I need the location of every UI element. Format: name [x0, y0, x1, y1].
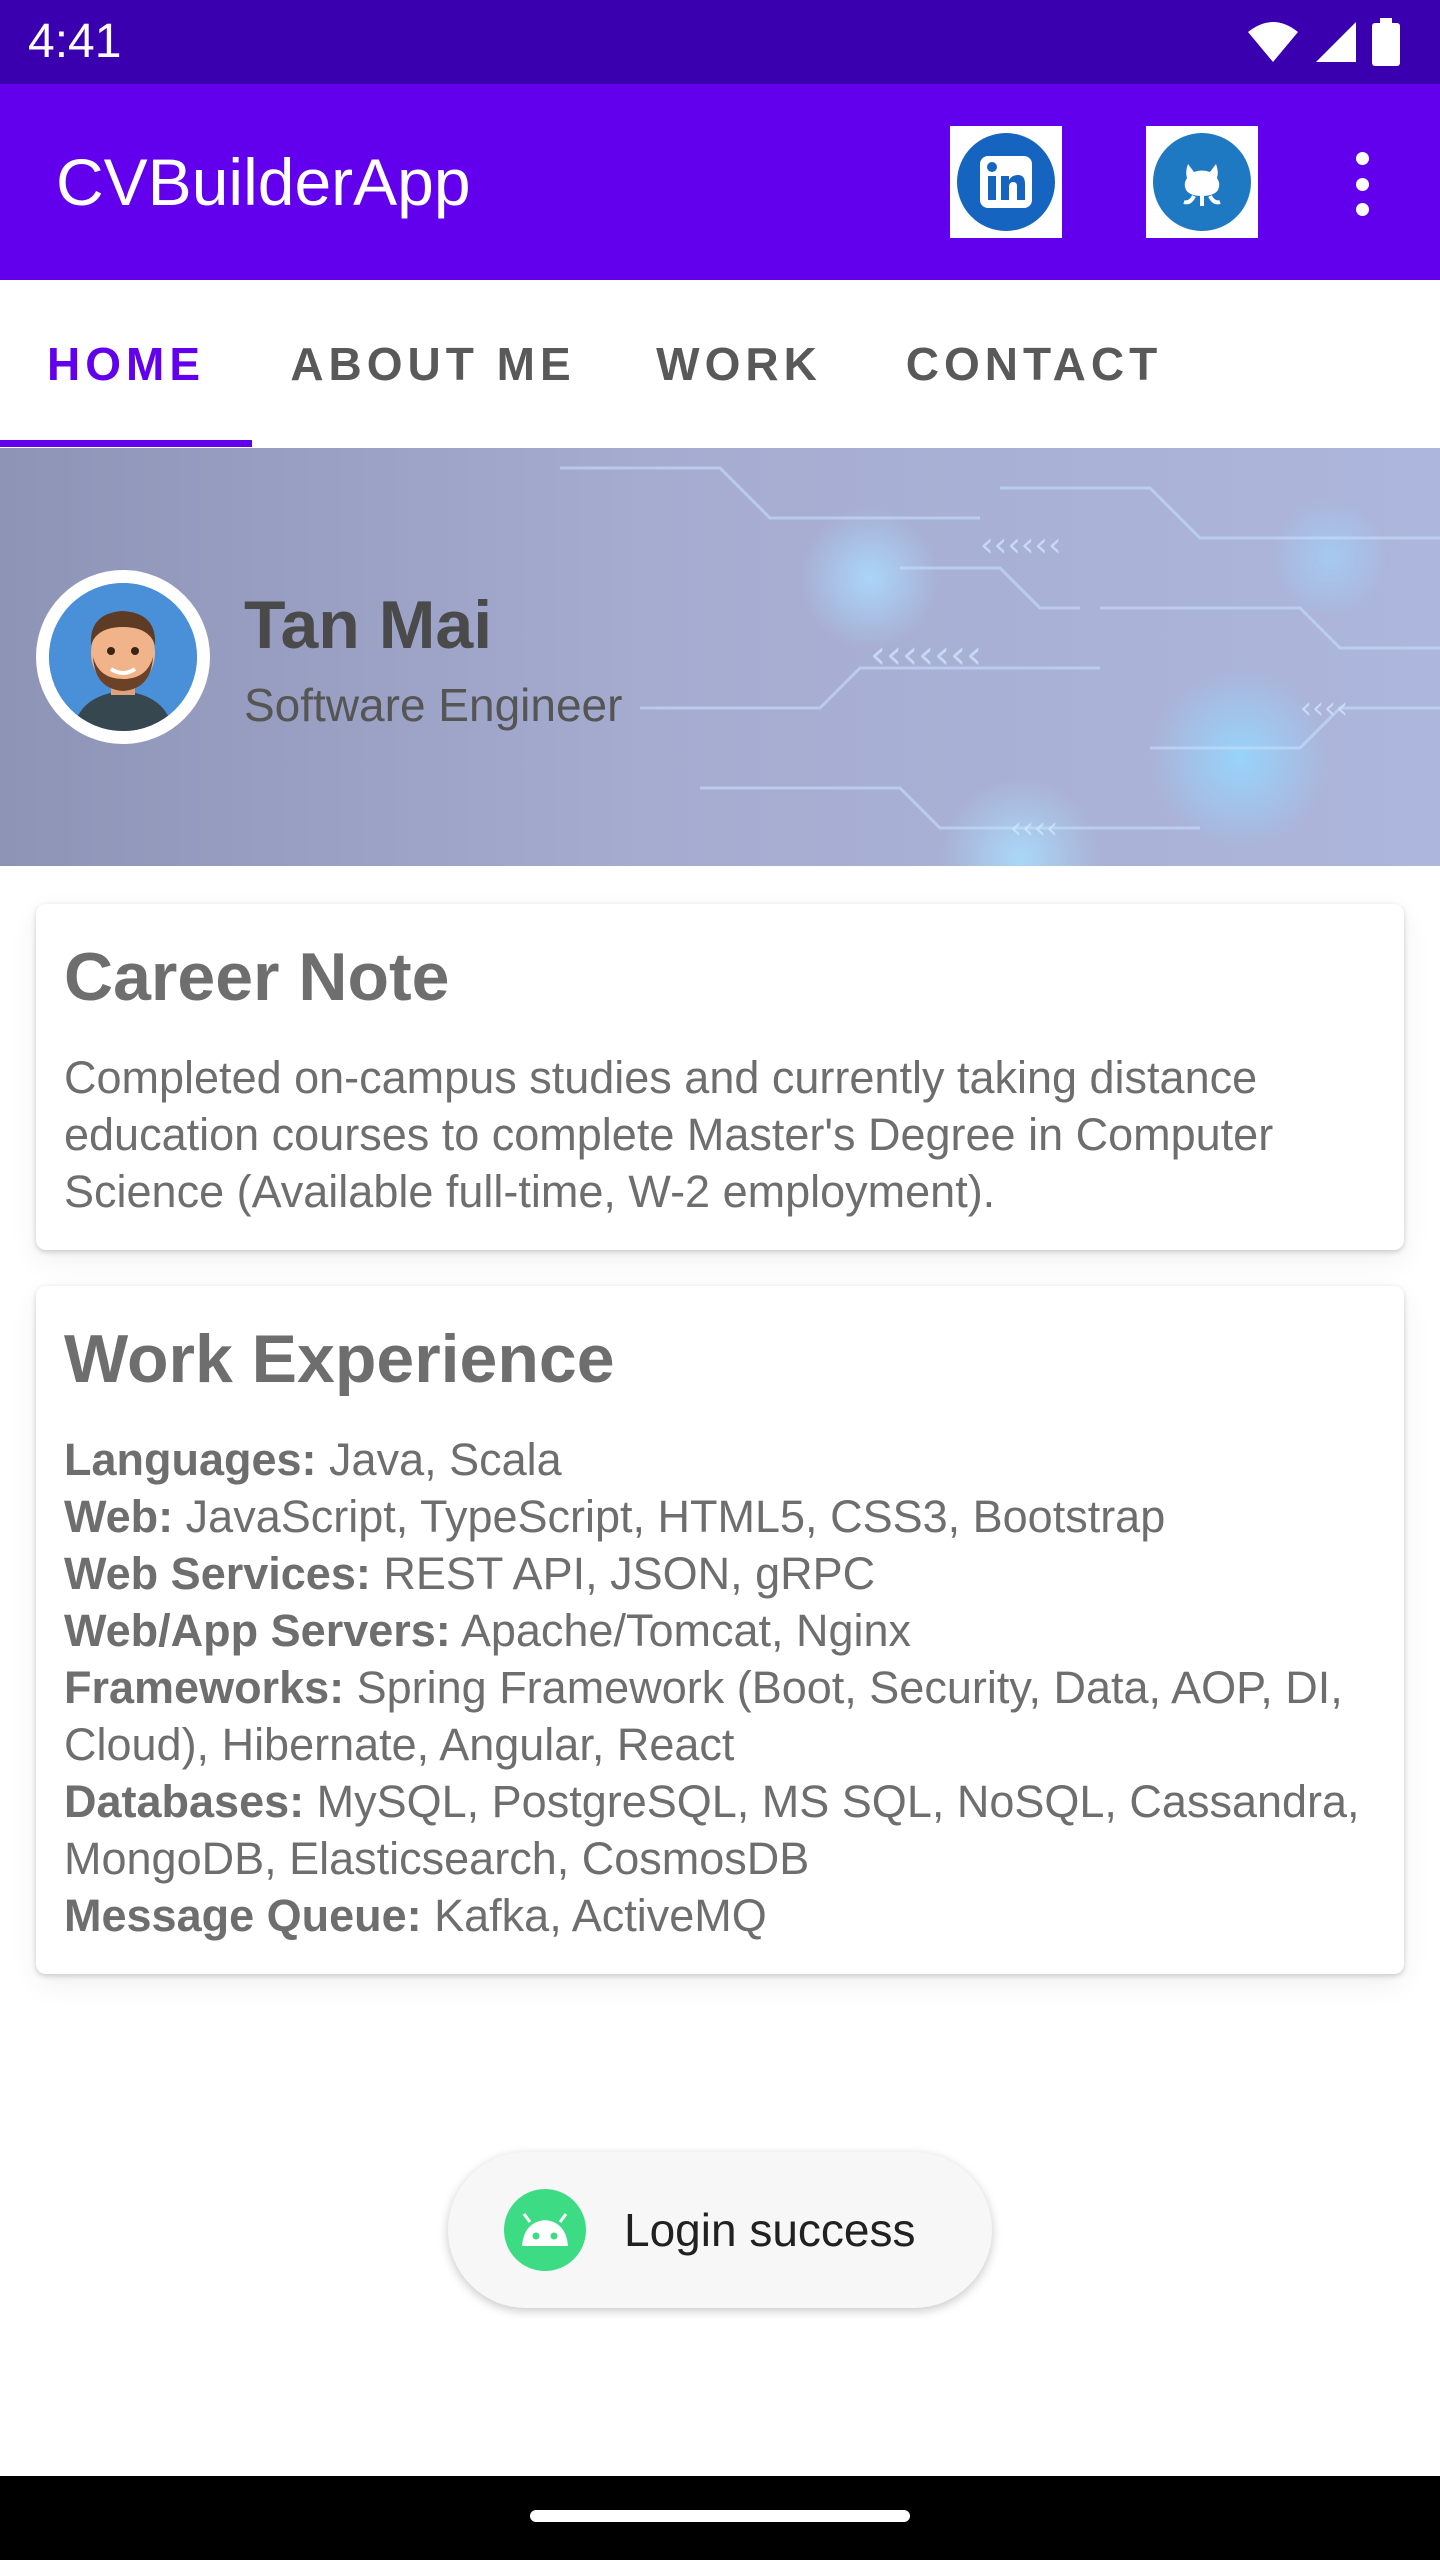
home-gesture-handle[interactable] — [530, 2510, 910, 2522]
skill-row: Web/App Servers: Apache/Tomcat, Nginx — [64, 1604, 912, 1656]
tab-contact[interactable]: CONTACT — [864, 280, 1204, 448]
status-icons — [1246, 18, 1400, 66]
career-note-text: Completed on-campus studies and currentl… — [64, 1051, 1274, 1217]
toast: Login success — [448, 2152, 992, 2308]
svg-text:‹‹‹‹: ‹‹‹‹ — [1300, 691, 1348, 726]
app-bar: CVBuilderApp — [0, 84, 1440, 280]
github-button[interactable] — [1146, 126, 1258, 238]
card-title: Career Note — [64, 939, 450, 1015]
linkedin-button[interactable] — [950, 126, 1062, 238]
skill-row: Databases: MySQL, PostgreSQL, MS SQL, No… — [64, 1775, 1360, 1884]
skill-row: Languages: Java, Scala — [64, 1433, 562, 1485]
battery-icon — [1372, 18, 1400, 66]
skill-row: Web: JavaScript, TypeScript, HTML5, CSS3… — [64, 1490, 1166, 1542]
career-note-card: Career Note Completed on-campus studies … — [36, 904, 1404, 1250]
tab-bar: HOME ABOUT ME WORK CONTACT — [0, 280, 1440, 448]
toast-message: Login success — [624, 2204, 916, 2256]
tab-indicator — [0, 440, 252, 447]
svg-text:‹‹‹‹: ‹‹‹‹ — [1010, 811, 1058, 846]
app-title: CVBuilderApp — [56, 145, 471, 219]
profile-header: ‹‹‹‹‹‹ ‹‹‹‹‹‹‹ ‹‹‹‹ ‹‹‹‹ Tan Mai Softwar… — [0, 448, 1440, 866]
tab-about-me[interactable]: ABOUT ME — [252, 280, 614, 448]
navigation-bar — [0, 2476, 1440, 2560]
card-title: Work Experience — [64, 1321, 615, 1397]
status-bar: 4:41 — [0, 0, 1440, 84]
wifi-icon — [1248, 22, 1298, 62]
svg-text:‹‹‹‹‹‹‹: ‹‹‹‹‹‹‹ — [870, 632, 982, 678]
tab-work[interactable]: WORK — [614, 280, 864, 448]
status-time: 4:41 — [28, 15, 122, 68]
more-vert-icon[interactable] — [1336, 144, 1388, 224]
skill-row: Frameworks: Spring Framework (Boot, Secu… — [64, 1661, 1343, 1770]
avatar — [36, 570, 210, 744]
skill-row: Message Queue: Kafka, ActiveMQ — [64, 1889, 767, 1941]
skill-row: Web Services: REST API, JSON, gRPC — [64, 1547, 876, 1599]
profile-name: Tan Mai — [244, 587, 493, 663]
circuit-background: ‹‹‹‹‹‹ ‹‹‹‹‹‹‹ ‹‹‹‹ ‹‹‹‹ — [560, 466, 1440, 846]
profile-role: Software Engineer — [244, 679, 623, 731]
tab-home[interactable]: HOME — [0, 280, 252, 448]
work-experience-card: Work Experience Languages: Java, Scala W… — [36, 1286, 1404, 1974]
svg-text:‹‹‹‹‹‹: ‹‹‹‹‹‹ — [980, 525, 1062, 565]
linkedin-icon — [957, 133, 1055, 231]
android-icon — [504, 2189, 586, 2271]
github-icon — [1153, 133, 1251, 231]
signal-icon — [1316, 22, 1356, 62]
